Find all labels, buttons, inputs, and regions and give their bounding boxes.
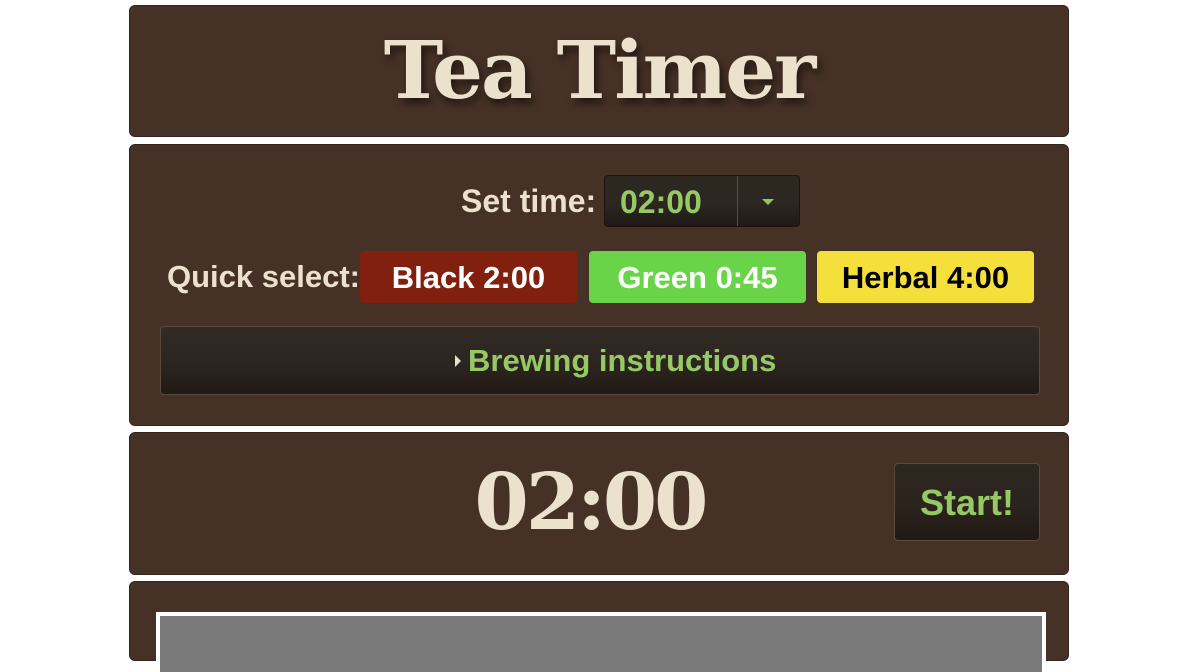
start-button[interactable]: Start! (894, 463, 1040, 541)
image-frame (156, 612, 1046, 672)
herbal-tea-button[interactable]: Herbal 4:00 (817, 251, 1034, 303)
time-select-value: 02:00 (620, 184, 702, 220)
timer-display: 02:00 (474, 457, 709, 548)
image-placeholder (160, 616, 1042, 672)
black-tea-button[interactable]: Black 2:00 (360, 251, 577, 303)
quick-select-label: Quick select: (167, 259, 360, 294)
caret-right-icon (455, 355, 461, 367)
brewing-instructions-toggle[interactable]: Brewing instructions (160, 326, 1040, 395)
green-tea-button[interactable]: Green 0:45 (589, 251, 806, 303)
brewing-instructions-label: Brewing instructions (468, 343, 777, 378)
set-time-label: Set time: (461, 183, 597, 219)
settings-panel: Set time: 02:00 Quick select: Black 2:00… (129, 144, 1069, 426)
app-title: Tea Timer (383, 23, 817, 117)
title-panel: Tea Timer (129, 5, 1069, 137)
time-select[interactable]: 02:00 (604, 175, 800, 227)
time-select-divider (737, 176, 738, 226)
chevron-down-icon[interactable] (762, 199, 774, 205)
timer-panel: 02:00 Start! (129, 432, 1069, 575)
lower-panel (129, 581, 1069, 672)
